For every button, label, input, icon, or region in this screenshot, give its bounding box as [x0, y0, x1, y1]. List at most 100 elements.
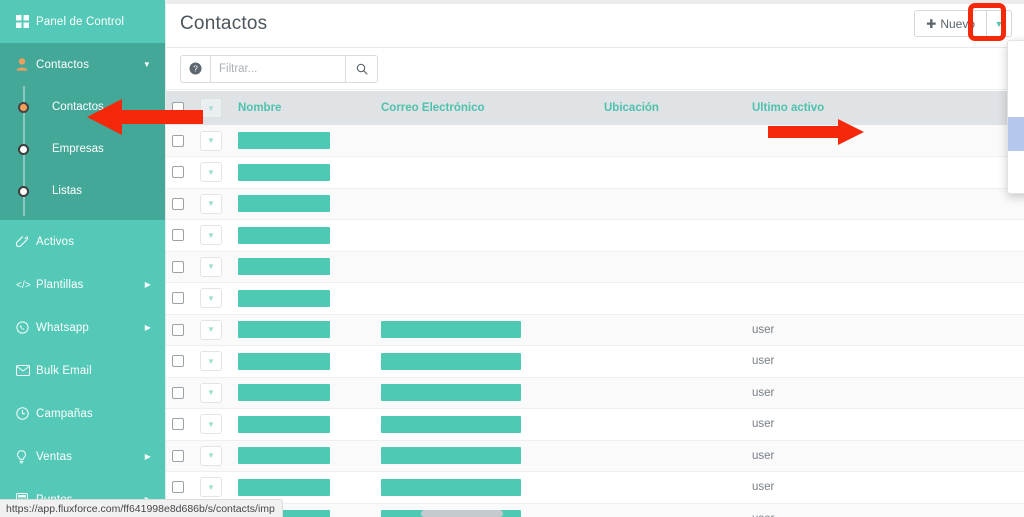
- sidebar-item-plantillas[interactable]: </> Plantillas ▶: [0, 263, 165, 306]
- row-actions-caret-button[interactable]: ▼: [200, 382, 222, 403]
- sidebar-item-contactos[interactable]: Contactos ▼: [0, 43, 165, 86]
- table-row[interactable]: ▼: [166, 219, 1024, 252]
- filter-input[interactable]: [211, 55, 345, 82]
- row-select-cell: [166, 282, 194, 315]
- table-row[interactable]: ▼: [166, 156, 1024, 189]
- cell-ubicacion: [598, 219, 746, 252]
- cell-nombre: [232, 251, 375, 283]
- row-actions-caret-button[interactable]: ▼: [200, 193, 222, 214]
- table-header-row: ▼ Nombre Correo Electrónico Ubicación Ul…: [166, 91, 1024, 125]
- table-row[interactable]: ▼user: [166, 314, 1024, 346]
- cell-ubicacion: [598, 471, 746, 504]
- row-checkbox[interactable]: [172, 418, 184, 431]
- sidebar-item-bulk-email[interactable]: Bulk Email: [0, 349, 165, 392]
- table-row[interactable]: ▼user: [166, 503, 1024, 517]
- redacted-name-bar: [238, 447, 330, 465]
- cell-spacer: [864, 251, 1024, 283]
- table-row[interactable]: ▼user: [166, 408, 1024, 441]
- redacted-name-bar: [238, 163, 330, 181]
- select-all-checkbox[interactable]: [172, 102, 184, 114]
- cell-ubicacion: [598, 503, 746, 517]
- row-checkbox[interactable]: [172, 323, 184, 336]
- column-header-nombre[interactable]: Nombre: [232, 91, 375, 125]
- row-select-cell: [166, 440, 194, 472]
- row-checkbox[interactable]: [172, 355, 184, 368]
- row-actions-caret-button[interactable]: ▼: [200, 225, 222, 246]
- row-checkbox[interactable]: [172, 229, 184, 242]
- bulk-actions-cell: ▼: [194, 91, 232, 125]
- contacts-table-container[interactable]: ▼ Nombre Correo Electrónico Ubicación Ul…: [166, 91, 1024, 517]
- row-actions-caret-button[interactable]: ▼: [200, 414, 222, 435]
- sidebar-subitem-empresas[interactable]: Empresas: [0, 128, 165, 170]
- row-checkbox[interactable]: [172, 134, 184, 147]
- row-checkbox[interactable]: [172, 481, 184, 494]
- row-checkbox[interactable]: [172, 166, 184, 179]
- redacted-email-bar: [381, 447, 521, 465]
- new-dropdown-toggle-button[interactable]: ▼: [986, 10, 1012, 37]
- sidebar-subitem-contactos[interactable]: Contactos: [0, 86, 165, 128]
- row-actions-caret-button[interactable]: ▼: [200, 288, 222, 309]
- cell-correo-electronico: [375, 251, 598, 283]
- cell-ultimo-activo: [746, 219, 864, 252]
- cell-spacer: [864, 377, 1024, 409]
- table-row[interactable]: ▼: [166, 188, 1024, 220]
- filter-group: ?: [180, 54, 378, 83]
- row-actions-caret-button[interactable]: ▼: [200, 256, 222, 277]
- table-row[interactable]: ▼ user: [166, 345, 1024, 378]
- row-actions-caret-button[interactable]: ▼: [200, 445, 222, 466]
- row-checkbox[interactable]: [172, 197, 184, 210]
- question-circle-icon[interactable]: ?: [181, 55, 211, 82]
- row-actions-caret-button[interactable]: ▼: [200, 319, 222, 340]
- row-actions-cell: ▼: [194, 408, 232, 441]
- column-header-correo-electronico[interactable]: Correo Electrónico: [375, 91, 598, 125]
- menu-item-importar[interactable]: Importar: [1008, 117, 1024, 151]
- table-row[interactable]: ▼: [166, 251, 1024, 283]
- menu-item-export-to-excel[interactable]: x Export to Excel: [1008, 83, 1024, 117]
- row-checkbox[interactable]: [172, 292, 184, 305]
- menu-item-export-to-csv[interactable]: Export to CSV: [1008, 49, 1024, 83]
- sidebar-item-label: Contactos: [36, 58, 90, 71]
- sidebar-item-activos[interactable]: Activos: [0, 220, 165, 263]
- bulk-actions-caret-button[interactable]: ▼: [200, 98, 222, 118]
- page-title: Contactos: [180, 12, 268, 34]
- new-button[interactable]: ✚ Nuevo: [914, 10, 986, 37]
- row-actions-caret-button[interactable]: ▼: [200, 477, 222, 498]
- row-checkbox[interactable]: [172, 449, 184, 462]
- cell-ultimo-activo: user: [746, 345, 864, 378]
- table-row[interactable]: ▼user: [166, 377, 1024, 409]
- row-checkbox[interactable]: [172, 260, 184, 273]
- chevron-right-icon: ▶: [144, 322, 151, 332]
- search-icon[interactable]: [345, 55, 377, 82]
- row-actions-caret-button[interactable]: ▼: [200, 130, 222, 151]
- row-actions-caret-button[interactable]: ▼: [200, 351, 222, 372]
- row-select-cell: [166, 219, 194, 252]
- table-row[interactable]: ▼user: [166, 440, 1024, 472]
- row-checkbox[interactable]: [172, 386, 184, 399]
- sidebar-item-panel-de-control[interactable]: Panel de Control: [0, 0, 165, 43]
- table-row[interactable]: ▼user: [166, 471, 1024, 504]
- tag-icon: [16, 235, 36, 248]
- cell-correo-electronico: [375, 471, 598, 504]
- cell-correo-electronico: [375, 377, 598, 409]
- sidebar-item-whatsapp[interactable]: Whatsapp ▶: [0, 306, 165, 349]
- cell-correo-electronico: [375, 282, 598, 315]
- sidebar-item-campanas[interactable]: Campañas: [0, 392, 165, 435]
- sidebar-subitem-label: Empresas: [52, 143, 104, 155]
- column-header-ultimo-activo[interactable]: Ultimo activo: [746, 91, 864, 125]
- table-row[interactable]: ▼: [166, 282, 1024, 315]
- cell-spacer: [864, 314, 1024, 346]
- header-actions: ✚ Nuevo ▼: [914, 10, 1012, 37]
- horizontal-scrollbar-thumb[interactable]: [421, 510, 503, 517]
- column-header-ubicacion[interactable]: Ubicación: [598, 91, 746, 125]
- redacted-email-bar: [381, 415, 521, 433]
- bullet-dot-icon: [18, 101, 29, 113]
- new-button-label: Nuevo: [940, 16, 975, 31]
- cell-correo-electronico: [375, 125, 598, 157]
- menu-item-historico-de-importaciones[interactable]: Histórico de Importaciones: [1008, 151, 1024, 185]
- sidebar-item-ventas[interactable]: Ventas ▶: [0, 435, 165, 478]
- table-row[interactable]: ▼: [166, 125, 1024, 157]
- row-actions-cell: ▼: [194, 345, 232, 378]
- row-actions-caret-button[interactable]: ▼: [200, 162, 222, 183]
- redacted-name-bar: [238, 321, 330, 339]
- sidebar-subitem-listas[interactable]: Listas: [0, 170, 165, 212]
